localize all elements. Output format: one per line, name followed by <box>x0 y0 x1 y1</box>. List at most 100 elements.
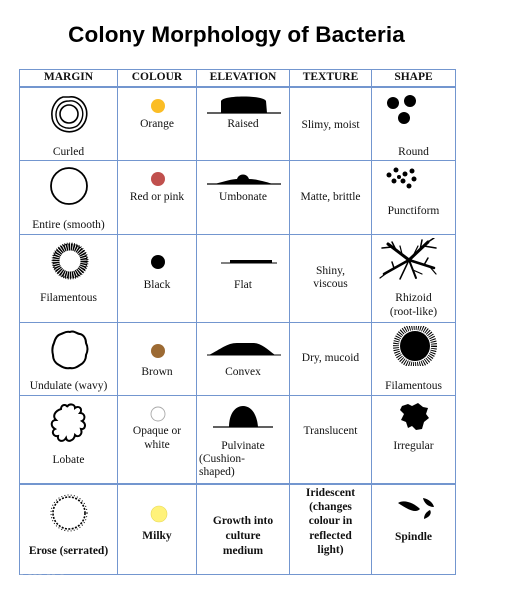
flat-elevation-icon <box>221 259 277 263</box>
red-swatch-icon <box>151 171 165 186</box>
elevation-label-line-1: Growth into <box>212 514 274 527</box>
texture-label: Dry, mucoid <box>301 351 360 364</box>
orange-swatch-icon <box>151 98 165 113</box>
filamentous-shape-icon <box>393 325 437 366</box>
irregular-shape-icon <box>400 402 429 430</box>
shape-label-line-1: Rhizoid <box>395 291 432 304</box>
header-row: MARGIN COLOUR ELEVATION TEXTURE SHAPE <box>19 69 456 88</box>
umbonate-elevation-icon <box>207 174 281 185</box>
header-colour: COLOUR <box>117 69 197 88</box>
footnote: – ––– –– – <box>20 572 66 578</box>
brown-swatch-icon <box>151 343 165 358</box>
texture-label-line-1: Iridescent <box>305 486 356 499</box>
colour-label: Milky <box>142 529 172 542</box>
elevation-label: Convex <box>225 365 261 378</box>
colour-label-line-2: white <box>144 438 170 451</box>
table-row: Undulate (wavy) Brown Convex Dry, mucoid… <box>19 321 456 396</box>
black-swatch-icon <box>151 254 165 269</box>
elevation-cell: Umbonate <box>196 159 290 235</box>
elevation-label-line-3: medium <box>222 544 264 557</box>
shape-label: Filamentous <box>385 379 442 392</box>
erose-margin-icon <box>50 494 88 531</box>
filamentous-margin-icon <box>51 242 89 279</box>
texture-label: Translucent <box>303 424 358 437</box>
curled-margin-icon <box>51 95 88 133</box>
texture-cell: Translucent <box>289 394 372 484</box>
margin-cell: Entire (smooth) <box>19 159 118 235</box>
elevation-cell: Growth into culture medium <box>196 482 290 575</box>
shape-label: Round <box>398 145 429 158</box>
colour-label: Red or pink <box>129 190 185 203</box>
colour-cell: Brown <box>117 321 197 396</box>
milky-swatch-icon <box>150 505 168 522</box>
colour-cell: Milky <box>117 482 197 575</box>
header-elevation: ELEVATION <box>196 69 290 88</box>
texture-cell: Dry, mucoid <box>289 321 372 396</box>
elevation-cell: Convex <box>196 321 290 396</box>
shape-cell: Round <box>371 86 456 161</box>
colour-cell: Orange <box>117 86 197 161</box>
colour-label-line-1: Opaque or <box>132 424 182 437</box>
elevation-cell: Raised <box>196 86 290 161</box>
lobate-margin-icon <box>50 403 86 442</box>
undulate-margin-icon <box>51 329 89 369</box>
margin-label: Curled <box>52 145 85 158</box>
header-texture: TEXTURE <box>289 69 372 88</box>
page-title: Colony Morphology of Bacteria <box>68 22 405 47</box>
margin-cell: Filamentous <box>19 233 118 323</box>
elevation-label-line-3: shaped) <box>199 465 235 478</box>
punctiform-shape-icon <box>386 167 417 188</box>
elevation-label-line-2: culture <box>225 529 261 542</box>
elevation-label: Flat <box>234 278 252 291</box>
texture-label-line-2: (changes <box>309 500 352 513</box>
colour-label: Orange <box>140 117 174 130</box>
texture-label: Slimy, moist <box>301 118 360 131</box>
shape-cell: Rhizoid (root-like) <box>371 233 456 323</box>
table-row: Erose (serrated) Milky Growth into cultu… <box>19 482 456 575</box>
header-margin: MARGIN <box>19 69 118 88</box>
margin-label: Lobate <box>52 453 85 466</box>
elevation-label-line-1: Pulvinate <box>221 439 265 452</box>
raised-elevation-icon <box>207 96 281 114</box>
margin-label: Entire (smooth) <box>32 218 105 231</box>
white-swatch-icon <box>150 406 166 421</box>
table-row: Curled Orange Raised Slimy, moist Round <box>19 86 456 161</box>
margin-cell: Erose (serrated) <box>19 482 118 575</box>
colour-cell: Opaque or white <box>117 394 197 484</box>
colour-cell: Red or pink <box>117 159 197 235</box>
elevation-cell: Flat <box>196 233 290 323</box>
table-row: Entire (smooth) Red or pink Umbonate Mat… <box>19 159 456 235</box>
texture-cell: Matte, brittle <box>289 159 372 235</box>
elevation-label: Raised <box>227 117 259 130</box>
texture-label: Matte, brittle <box>300 190 361 203</box>
shape-label-line-2: (root-like) <box>389 305 438 318</box>
morphology-table: MARGIN COLOUR ELEVATION TEXTURE SHAPE Cu… <box>19 69 456 575</box>
entire-margin-icon <box>50 166 88 205</box>
texture-cell: Iridescent (changes colour in reflected … <box>289 482 372 575</box>
colour-label: Brown <box>141 365 173 378</box>
shape-label: Punctiform <box>387 204 440 217</box>
colour-label: Black <box>143 278 171 291</box>
texture-cell: Slimy, moist <box>289 86 372 161</box>
shape-label: Irregular <box>393 439 434 452</box>
margin-label: Undulate (wavy) <box>29 379 108 392</box>
header-shape: SHAPE <box>371 69 456 88</box>
margin-cell: Lobate <box>19 394 118 484</box>
table-row: Lobate Opaque or white Pulvinate (Cushio… <box>19 394 456 484</box>
margin-label: Filamentous <box>40 291 97 304</box>
spindle-shape-icon <box>398 497 434 519</box>
shape-cell: Irregular <box>371 394 456 484</box>
texture-label-line-4: reflected <box>309 529 352 542</box>
round-shape-icon <box>387 94 416 124</box>
table-row: Filamentous Black Flat Shiny, viscous Rh… <box>19 233 456 323</box>
elevation-cell: Pulvinate (Cushion- shaped) <box>196 394 290 484</box>
texture-label-line-2: viscous <box>313 277 348 290</box>
pulvinate-elevation-icon <box>213 405 273 428</box>
texture-cell: Shiny, viscous <box>289 233 372 323</box>
texture-label-line-3: colour in <box>308 514 353 527</box>
elevation-label-line-2: (Cushion- <box>199 452 245 465</box>
shape-cell: Punctiform <box>371 159 456 235</box>
elevation-label: Umbonate <box>219 190 267 203</box>
convex-elevation-icon <box>207 342 281 355</box>
margin-cell: Curled <box>19 86 118 161</box>
